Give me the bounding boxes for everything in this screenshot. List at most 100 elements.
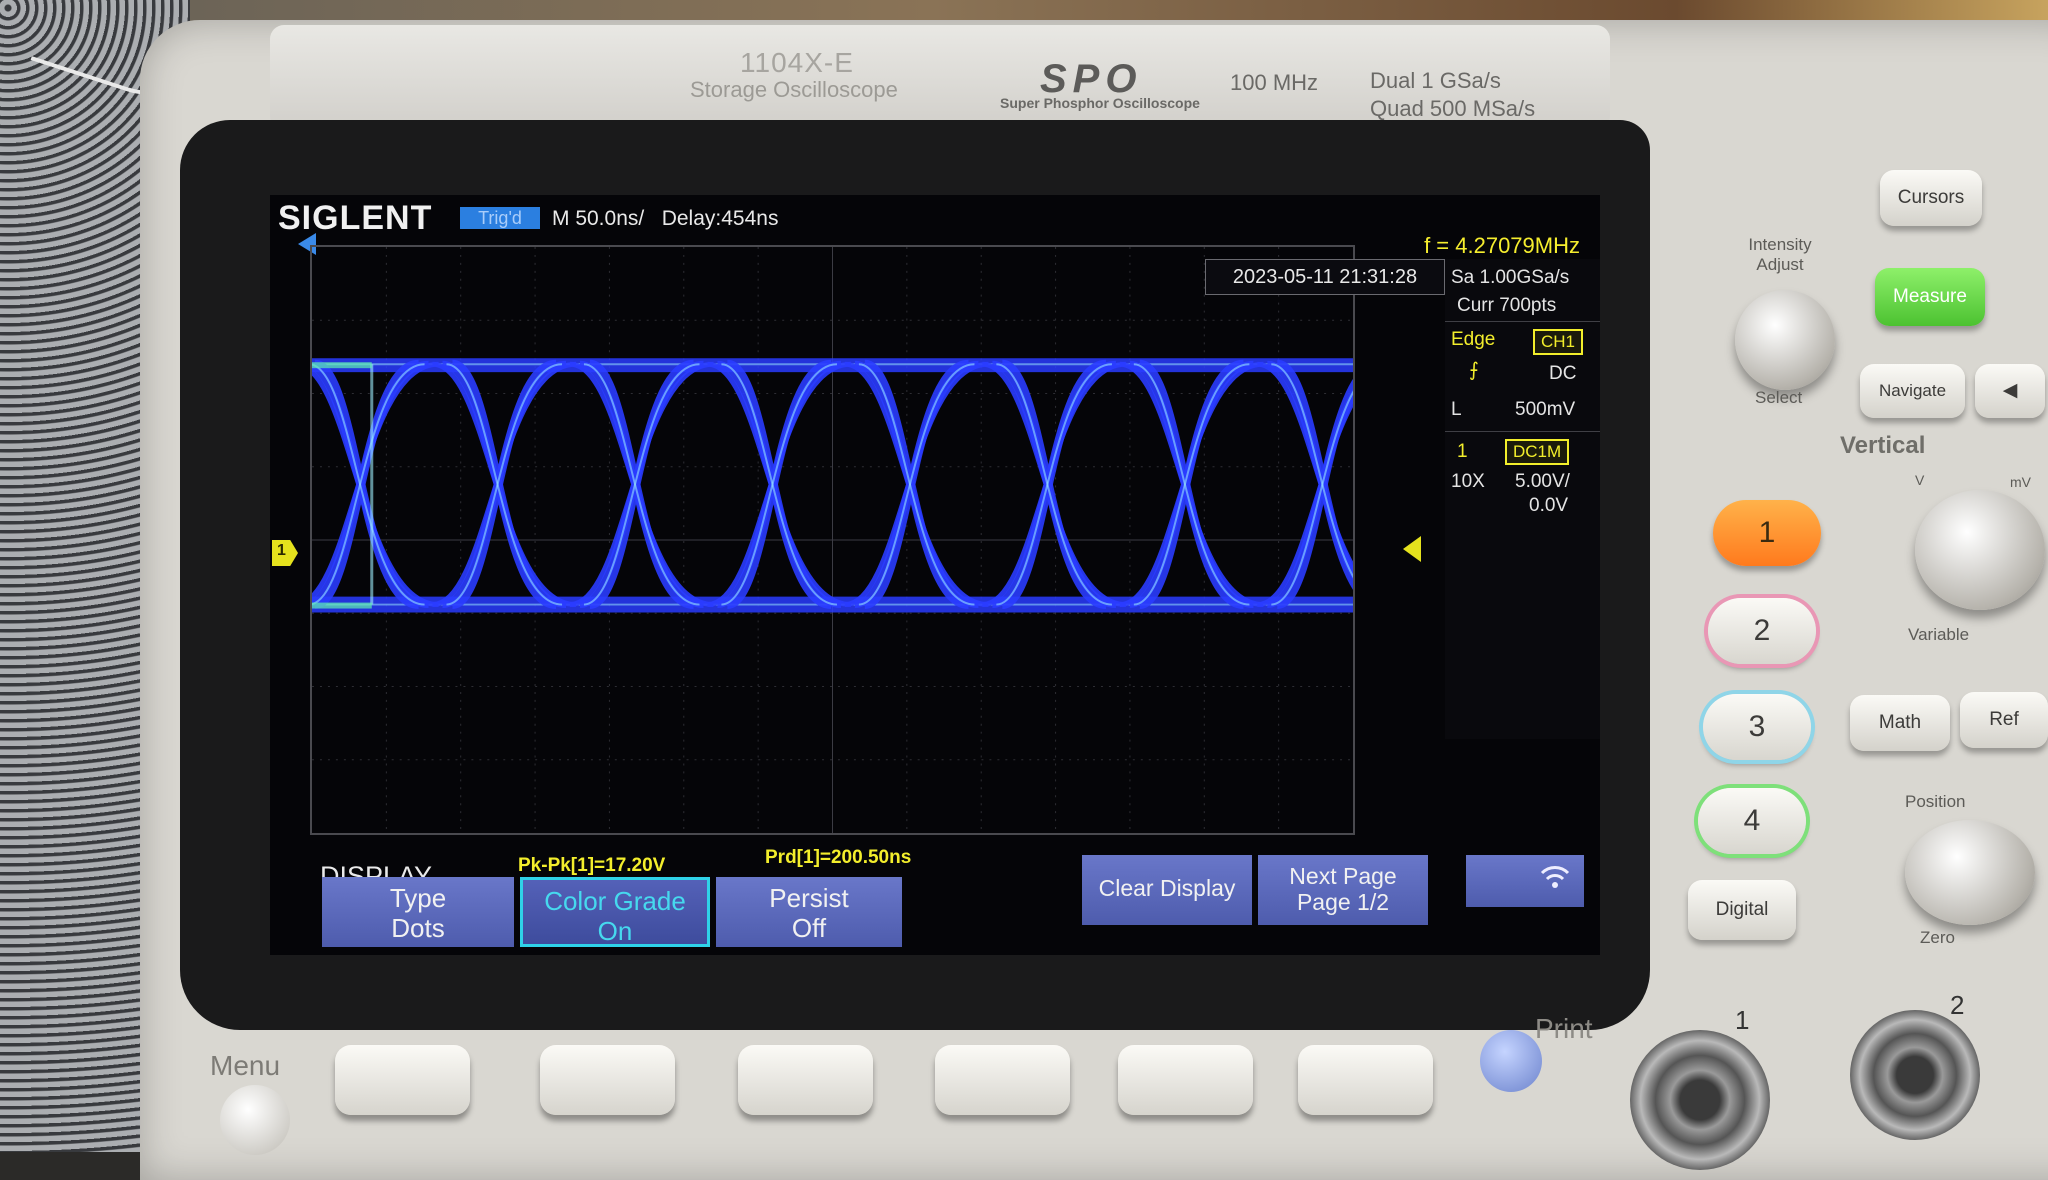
info-panel: Sa 1.00GSa/s Curr 700pts Edge CH1 ⨍ DC L… bbox=[1445, 259, 1600, 739]
arrow-left-icon: ◀ bbox=[2002, 380, 2018, 401]
trace-falling-edge bbox=[1276, 359, 1353, 590]
trace-falling-core bbox=[721, 363, 837, 606]
vertical-position-knob[interactable] bbox=[1905, 820, 2035, 925]
softkey-type-label: Type bbox=[389, 883, 447, 913]
bnc1-label: 1 bbox=[1735, 1005, 1750, 1035]
trace-hot-spot bbox=[312, 362, 372, 369]
softkey-button-1[interactable] bbox=[335, 1045, 470, 1115]
model-description: Storage Oscilloscope bbox=[690, 77, 898, 102]
trace-rising-edge bbox=[1129, 360, 1254, 609]
rate-dual: Dual 1 GSa/s bbox=[1370, 68, 1501, 93]
siglent-logo: SIGLENT bbox=[278, 199, 433, 237]
print-button[interactable] bbox=[1480, 1030, 1542, 1092]
math-button[interactable]: Math bbox=[1850, 695, 1950, 751]
trace-rising-edge bbox=[844, 361, 989, 608]
trace-rising-edge bbox=[579, 360, 704, 609]
probe-attenuation: 10X bbox=[1451, 471, 1485, 492]
navigate-button[interactable]: Navigate bbox=[1860, 364, 1965, 418]
softkey-button-6[interactable] bbox=[1298, 1045, 1433, 1115]
softkey-type-value: Dots bbox=[391, 913, 445, 943]
softkey-clear-display[interactable]: Clear Display bbox=[1082, 855, 1252, 925]
channel1-offset-marker-icon[interactable]: 1 bbox=[272, 540, 298, 566]
trace-falling-edge bbox=[844, 361, 989, 608]
trace-rising-core bbox=[583, 363, 700, 606]
vertical-section-label: Vertical bbox=[1840, 432, 1926, 459]
channel1-button[interactable]: 1 bbox=[1713, 500, 1821, 566]
trace-rising-core bbox=[1133, 363, 1250, 606]
channel1-marker-label: 1 bbox=[277, 542, 286, 559]
channel-number: 1 bbox=[1457, 441, 1468, 462]
wifi-glyph bbox=[1540, 866, 1570, 888]
zero-label: Zero bbox=[1920, 928, 1955, 947]
vertical-scale: 5.00V/ bbox=[1515, 471, 1570, 492]
measurement-pkpk: Pk-Pk[1]=17.20V bbox=[518, 855, 666, 876]
navigate-left-button[interactable]: ◀ bbox=[1975, 364, 2045, 418]
millivolts-label: mV bbox=[2010, 474, 2031, 490]
softkey-persist[interactable]: Persist Off bbox=[716, 877, 902, 947]
rate-quad: Quad 500 MSa/s bbox=[1370, 96, 1536, 121]
softkey-color-grade-value: On bbox=[597, 916, 633, 946]
channel1-bnc-connector[interactable] bbox=[1630, 1030, 1770, 1170]
trace-falling-edge bbox=[716, 360, 842, 609]
softkey-button-5[interactable] bbox=[1118, 1045, 1253, 1115]
rising-edge-icon: ⨍ bbox=[1469, 360, 1479, 381]
sample-rate-label: Dual 1 GSa/s Quad 500 MSa/s bbox=[1370, 67, 1535, 123]
trigger-coupling: DC bbox=[1549, 363, 1577, 384]
channel4-button[interactable]: 4 bbox=[1698, 788, 1806, 854]
trace-falling-core bbox=[1133, 363, 1250, 606]
trigger-level-marker-icon[interactable] bbox=[1403, 536, 1421, 562]
softkey-color-grade[interactable]: Color Grade On bbox=[520, 877, 710, 947]
model-name: 1104X-E bbox=[740, 47, 854, 78]
trace-rising-core bbox=[858, 363, 975, 606]
softkey-type[interactable]: Type Dots bbox=[322, 877, 514, 947]
cursors-button[interactable]: Cursors bbox=[1880, 170, 1982, 226]
trace-rising-edge bbox=[716, 360, 842, 609]
menu-label: Menu bbox=[210, 1050, 281, 1081]
menu-knob[interactable] bbox=[220, 1085, 290, 1155]
softkey-color-grade-label: Color Grade bbox=[544, 886, 686, 916]
frequency-readout: f = 4.27079MHz bbox=[1424, 233, 1580, 258]
position-label: Position bbox=[1905, 792, 1966, 811]
trace-rising-edge bbox=[982, 361, 1127, 608]
trace-rising-core bbox=[1271, 390, 1353, 606]
softkey-button-3[interactable] bbox=[738, 1045, 873, 1115]
trace-rising-edge bbox=[441, 360, 567, 609]
timebase-readout[interactable]: M 50.0ns/ Delay:454ns bbox=[552, 207, 778, 231]
channel2-button[interactable]: 2 bbox=[1708, 598, 1816, 664]
trace-rising-core bbox=[996, 363, 1112, 606]
softkey-button-2[interactable] bbox=[540, 1045, 675, 1115]
measure-button[interactable]: Measure bbox=[1875, 268, 1985, 326]
trace-falling-core bbox=[446, 363, 563, 606]
trace-falling-edge bbox=[854, 360, 979, 609]
divider bbox=[1445, 321, 1600, 322]
softkey-next-page[interactable]: Next Page Page 1/2 bbox=[1258, 855, 1428, 925]
trace-falling-edge bbox=[1119, 361, 1264, 608]
trace-falling-core bbox=[1271, 363, 1353, 579]
trace-rising-edge bbox=[569, 361, 714, 608]
vertical-scale-knob[interactable] bbox=[1915, 490, 2045, 610]
softkey-persist-value: Off bbox=[791, 913, 827, 943]
waveform-trace bbox=[312, 247, 1353, 833]
trace-falling-edge bbox=[707, 361, 852, 608]
softkey-next-page-value: Page 1/2 bbox=[1296, 889, 1390, 915]
bnc2-label: 2 bbox=[1950, 990, 1965, 1020]
channel-coupling-badge: DC1M bbox=[1505, 439, 1570, 465]
measurement-period: Prd[1]=200.50ns bbox=[765, 847, 912, 868]
softkey-button-4[interactable] bbox=[935, 1045, 1070, 1115]
ref-button[interactable]: Ref bbox=[1960, 692, 2048, 748]
waveform-grid[interactable] bbox=[310, 245, 1355, 835]
trace-rising-core bbox=[446, 363, 563, 606]
trace-hot-spot bbox=[312, 602, 372, 609]
variable-label: Variable bbox=[1908, 625, 1970, 644]
sample-rate: Sa 1.00GSa/s bbox=[1451, 267, 1570, 288]
intensity-select-knob[interactable] bbox=[1735, 290, 1835, 390]
datetime-display: 2023-05-11 21:31:28 bbox=[1205, 259, 1445, 295]
trace-falling-edge bbox=[432, 361, 577, 608]
vertical-offset: 0.0V bbox=[1529, 495, 1569, 516]
channel3-button[interactable]: 3 bbox=[1703, 694, 1811, 760]
digital-button[interactable]: Digital bbox=[1688, 880, 1796, 940]
wifi-icon[interactable] bbox=[1466, 855, 1584, 907]
current-points: Curr 700pts bbox=[1457, 295, 1557, 316]
channel2-bnc-connector[interactable] bbox=[1850, 1010, 1980, 1140]
divider bbox=[1445, 431, 1600, 432]
